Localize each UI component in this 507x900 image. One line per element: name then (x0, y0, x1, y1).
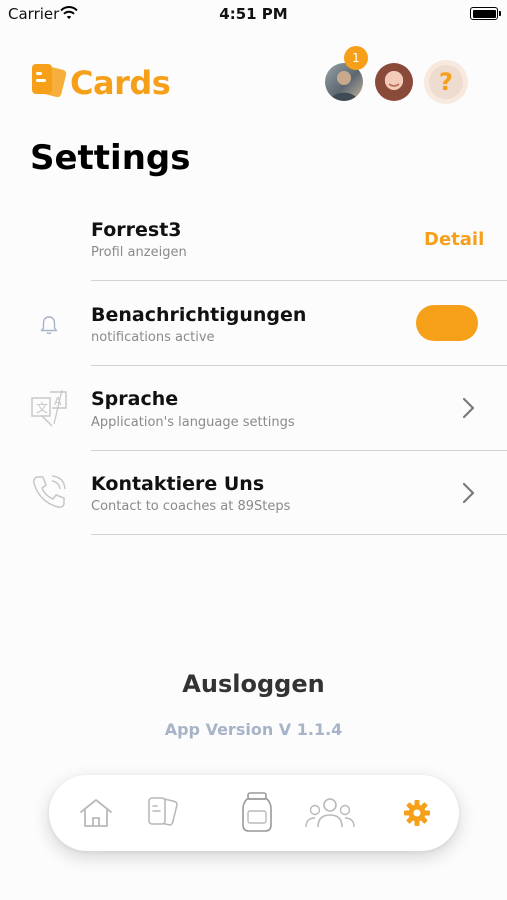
battery-icon (470, 7, 501, 20)
settings-gear-icon[interactable] (403, 799, 431, 827)
cards-logo-icon (32, 64, 67, 98)
language-subtitle: Application's language settings (91, 415, 295, 430)
logout-button[interactable]: Ausloggen (0, 670, 507, 698)
contact-subtitle: Contact to coaches at 89Steps (91, 499, 291, 514)
notifications-toggle[interactable] (416, 305, 478, 341)
page-title: Settings (30, 138, 191, 178)
chevron-right-icon[interactable] (460, 396, 476, 420)
tab-bar (49, 775, 459, 851)
home-icon[interactable] (78, 796, 114, 830)
detail-link[interactable]: Detail (424, 229, 484, 250)
notifications-subtitle: notifications active (91, 330, 215, 345)
contact-title: Kontaktiere Uns (91, 473, 265, 495)
phone-icon (33, 475, 66, 508)
cards-icon[interactable] (146, 794, 180, 832)
app-version: App Version V 1.1.4 (164, 720, 343, 739)
divider (91, 280, 507, 281)
notifications-title: Benachrichtigungen (91, 304, 307, 326)
divider (91, 365, 507, 366)
status-bar: Carrier 4:51 PM (0, 0, 507, 30)
help-button[interactable]: ? (424, 60, 468, 104)
bell-icon (40, 316, 58, 335)
translate-icon: 文 A (31, 389, 67, 427)
avatar-photo (385, 72, 403, 90)
jar-icon[interactable] (241, 791, 273, 833)
chevron-right-icon[interactable] (460, 481, 476, 505)
notification-badge: 1 (344, 46, 368, 70)
app-name: Cards (70, 64, 171, 102)
divider (91, 450, 507, 451)
divider (91, 534, 507, 535)
language-title: Sprache (91, 388, 179, 410)
svg-text:文: 文 (36, 400, 48, 415)
help-icon: ? (429, 65, 463, 99)
profile-subtitle: Profil anzeigen (91, 245, 187, 260)
clock: 4:51 PM (219, 5, 288, 23)
profile-name: Forrest3 (91, 219, 182, 241)
avatar[interactable] (375, 63, 413, 101)
people-icon[interactable] (304, 797, 356, 829)
